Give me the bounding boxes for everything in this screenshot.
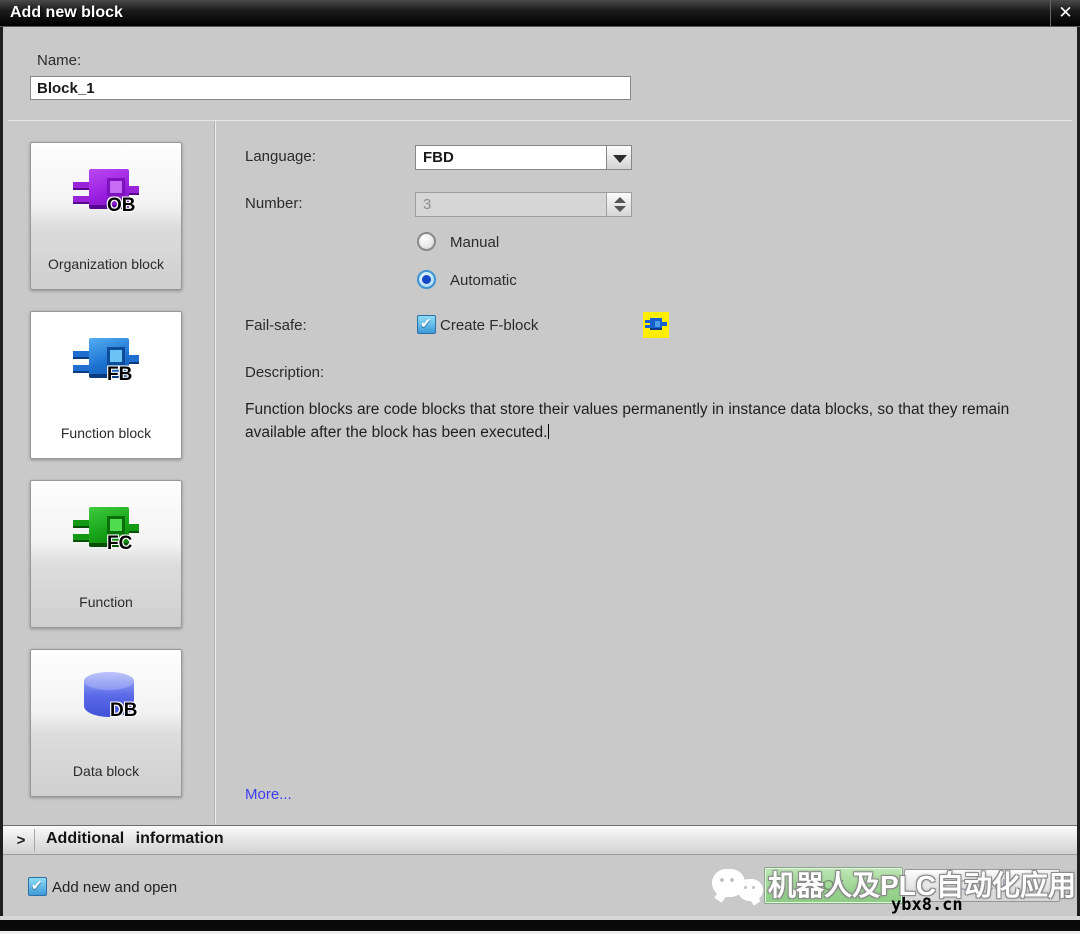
description-label: Description: xyxy=(245,364,324,381)
bottom-black-bar xyxy=(0,920,1080,931)
ob-block-icon: OB xyxy=(73,169,139,227)
language-dropdown-button[interactable] xyxy=(606,145,632,170)
block-type-function-block[interactable]: FB Function block xyxy=(30,311,182,459)
manual-radio[interactable] xyxy=(417,232,436,251)
failsafe-label: Fail-safe: xyxy=(245,317,307,334)
create-f-block-checkbox[interactable] xyxy=(417,315,436,334)
description-text: Function blocks are code blocks that sto… xyxy=(245,398,1069,444)
dialog-title: Add new block xyxy=(10,0,123,26)
ob-abbr: OB xyxy=(107,195,136,217)
fb-label: Function block xyxy=(31,424,181,442)
number-input: 3 xyxy=(415,192,607,217)
create-f-block-label: Create F-block xyxy=(440,317,538,334)
block-type-function[interactable]: FC Function xyxy=(30,480,182,628)
f-block-icon xyxy=(643,312,669,338)
fb-abbr: FB xyxy=(107,364,132,386)
add-new-and-open-label: Add new and open xyxy=(52,879,177,896)
automatic-radio[interactable] xyxy=(417,270,436,289)
automatic-radio-label: Automatic xyxy=(450,272,517,289)
number-spinner[interactable] xyxy=(606,192,632,217)
additional-information-label: Additional information xyxy=(46,830,224,848)
close-button[interactable]: ✕ xyxy=(1050,0,1080,26)
language-select[interactable]: FBD xyxy=(415,145,607,170)
ob-label: Organization block xyxy=(31,255,181,273)
language-value: FBD xyxy=(423,149,454,166)
block-type-data-block[interactable]: DB Data block xyxy=(30,649,182,797)
fc-label: Function xyxy=(31,593,181,611)
panel-divider xyxy=(215,121,216,824)
wechat-icon xyxy=(712,866,766,908)
name-label: Name: xyxy=(37,52,81,69)
db-abbr: DB xyxy=(110,700,137,722)
dialog-left-edge xyxy=(0,27,3,920)
expand-chevron-icon[interactable]: > xyxy=(8,829,35,852)
number-label: Number: xyxy=(245,195,303,212)
spinner-down-icon xyxy=(614,206,626,212)
fc-abbr: FC xyxy=(107,533,132,555)
fc-block-icon: FC xyxy=(73,507,139,565)
fb-block-icon: FB xyxy=(73,338,139,396)
block-type-organization-block[interactable]: OB Organization block xyxy=(30,142,182,290)
number-value: 3 xyxy=(423,196,431,213)
more-link[interactable]: More... xyxy=(245,786,292,803)
name-input[interactable] xyxy=(30,76,631,100)
manual-radio-label: Manual xyxy=(450,234,499,251)
add-new-and-open-checkbox[interactable] xyxy=(28,877,47,896)
db-cylinder-icon: DB xyxy=(80,672,138,726)
close-icon: ✕ xyxy=(1058,3,1072,22)
watermark-site: ybx8.cn xyxy=(891,895,963,915)
add-new-block-dialog: Add new block ✕ Name: OB Organization bl… xyxy=(0,0,1080,934)
text-cursor xyxy=(548,424,549,439)
panel-top-border xyxy=(8,120,1072,121)
chevron-down-icon xyxy=(613,155,627,163)
spinner-up-icon xyxy=(614,197,626,203)
additional-information-bar[interactable]: > Additional information xyxy=(0,825,1080,855)
language-label: Language: xyxy=(245,148,316,165)
db-label: Data block xyxy=(31,762,181,780)
dialog-titlebar[interactable]: Add new block ✕ xyxy=(0,0,1080,27)
